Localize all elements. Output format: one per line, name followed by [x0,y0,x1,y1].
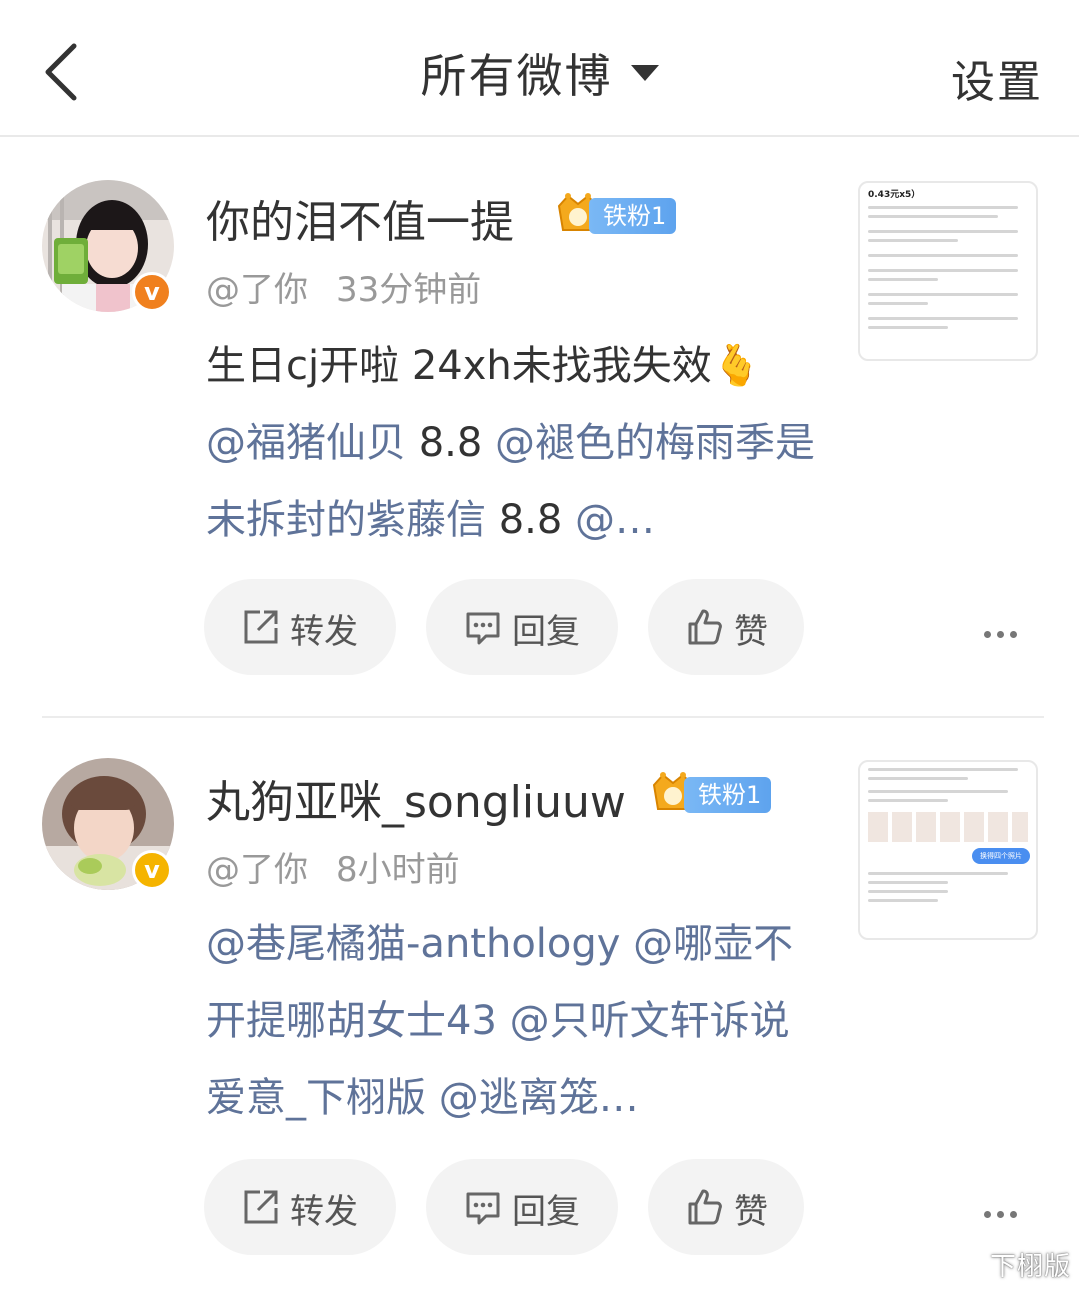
username[interactable]: 你的泪不值一提 [206,186,514,250]
post-image-thumbnail[interactable]: 换得四个照片 [858,760,1038,940]
repost-button[interactable]: 转发 [204,579,396,675]
thumbnail-button: 换得四个照片 [972,848,1030,864]
post-content[interactable]: @巷尾橘猫-anthology @哪壶不开提哪胡女士43 @只听文轩诉说爱意_下… [206,906,812,1137]
post-image-thumbnail[interactable]: 0.43元x5） [858,181,1038,361]
amount-text: 8.8 [406,420,496,466]
reply-label: 回复 [512,1192,580,1232]
fan-level-label: 铁粉1 [684,777,772,813]
post-time: 33分钟前 [336,270,482,310]
settings-button[interactable]: 设置 [951,46,1043,110]
repost-label: 转发 [290,1192,358,1232]
thumbs-up-icon [688,609,722,645]
fan-level-label: 铁粉1 [589,198,677,234]
verified-badge-icon: v [132,272,172,312]
comment-icon [466,1192,500,1225]
post-text: 生日cj开啦 24xh未找我失效🫰 [206,343,762,389]
post-content[interactable]: 生日cj开啦 24xh未找我失效🫰 @福猪仙贝 8.8 @褪色的梅雨季是未拆封的… [206,328,826,559]
post-divider [42,716,1044,718]
caret-down-icon[interactable] [630,65,659,81]
repost-label: 转发 [290,612,358,652]
more-options-icon[interactable] [984,623,1023,642]
text-separator [426,1075,439,1121]
repost-icon [244,1190,278,1224]
mention-source: @了你 [206,850,308,890]
like-label: 赞 [734,612,768,652]
feed-filter-dropdown[interactable]: 所有微博 [0,40,1079,106]
reply-label: 回复 [512,612,580,652]
amount-text: 8.8 [486,497,576,543]
post-time: 8小时前 [336,850,460,890]
mention-link[interactable]: @巷尾橘猫-anthology [206,921,620,967]
mention-source: @了你 [206,270,308,310]
like-button[interactable]: 赞 [648,579,804,675]
top-nav-bar: 所有微博 设置 [0,0,1079,137]
mention-link[interactable]: @福猪仙贝 [206,420,406,466]
repost-button[interactable]: 转发 [204,1159,396,1255]
like-label: 赞 [734,1192,768,1232]
post-meta: @了你 33分钟前 [206,262,481,311]
page-title[interactable]: 所有微博 [421,49,613,103]
action-bar: 转发 回复 赞 [204,579,1044,675]
more-options-icon[interactable] [984,1203,1023,1222]
text-separator [497,998,510,1044]
action-bar: 转发 回复 赞 [204,1159,1044,1255]
like-button[interactable]: 赞 [648,1159,804,1255]
comment-icon [466,612,500,645]
repost-icon [244,610,278,644]
verified-badge-icon: v [132,850,172,890]
thumbs-up-icon [688,1189,722,1225]
watermark: 下栩版 [989,1252,1071,1282]
text-separator [620,921,633,967]
reply-button[interactable]: 回复 [426,1159,618,1255]
reply-button[interactable]: 回复 [426,579,618,675]
post-meta: @了你 8小时前 [206,842,460,891]
username[interactable]: 丸狗亚咪_songliuuw [206,766,626,830]
thumbnail-caption: 0.43元x5） [868,190,921,200]
mention-link[interactable]: @… [575,497,655,543]
mention-link[interactable]: @逃离笼… [439,1075,639,1121]
